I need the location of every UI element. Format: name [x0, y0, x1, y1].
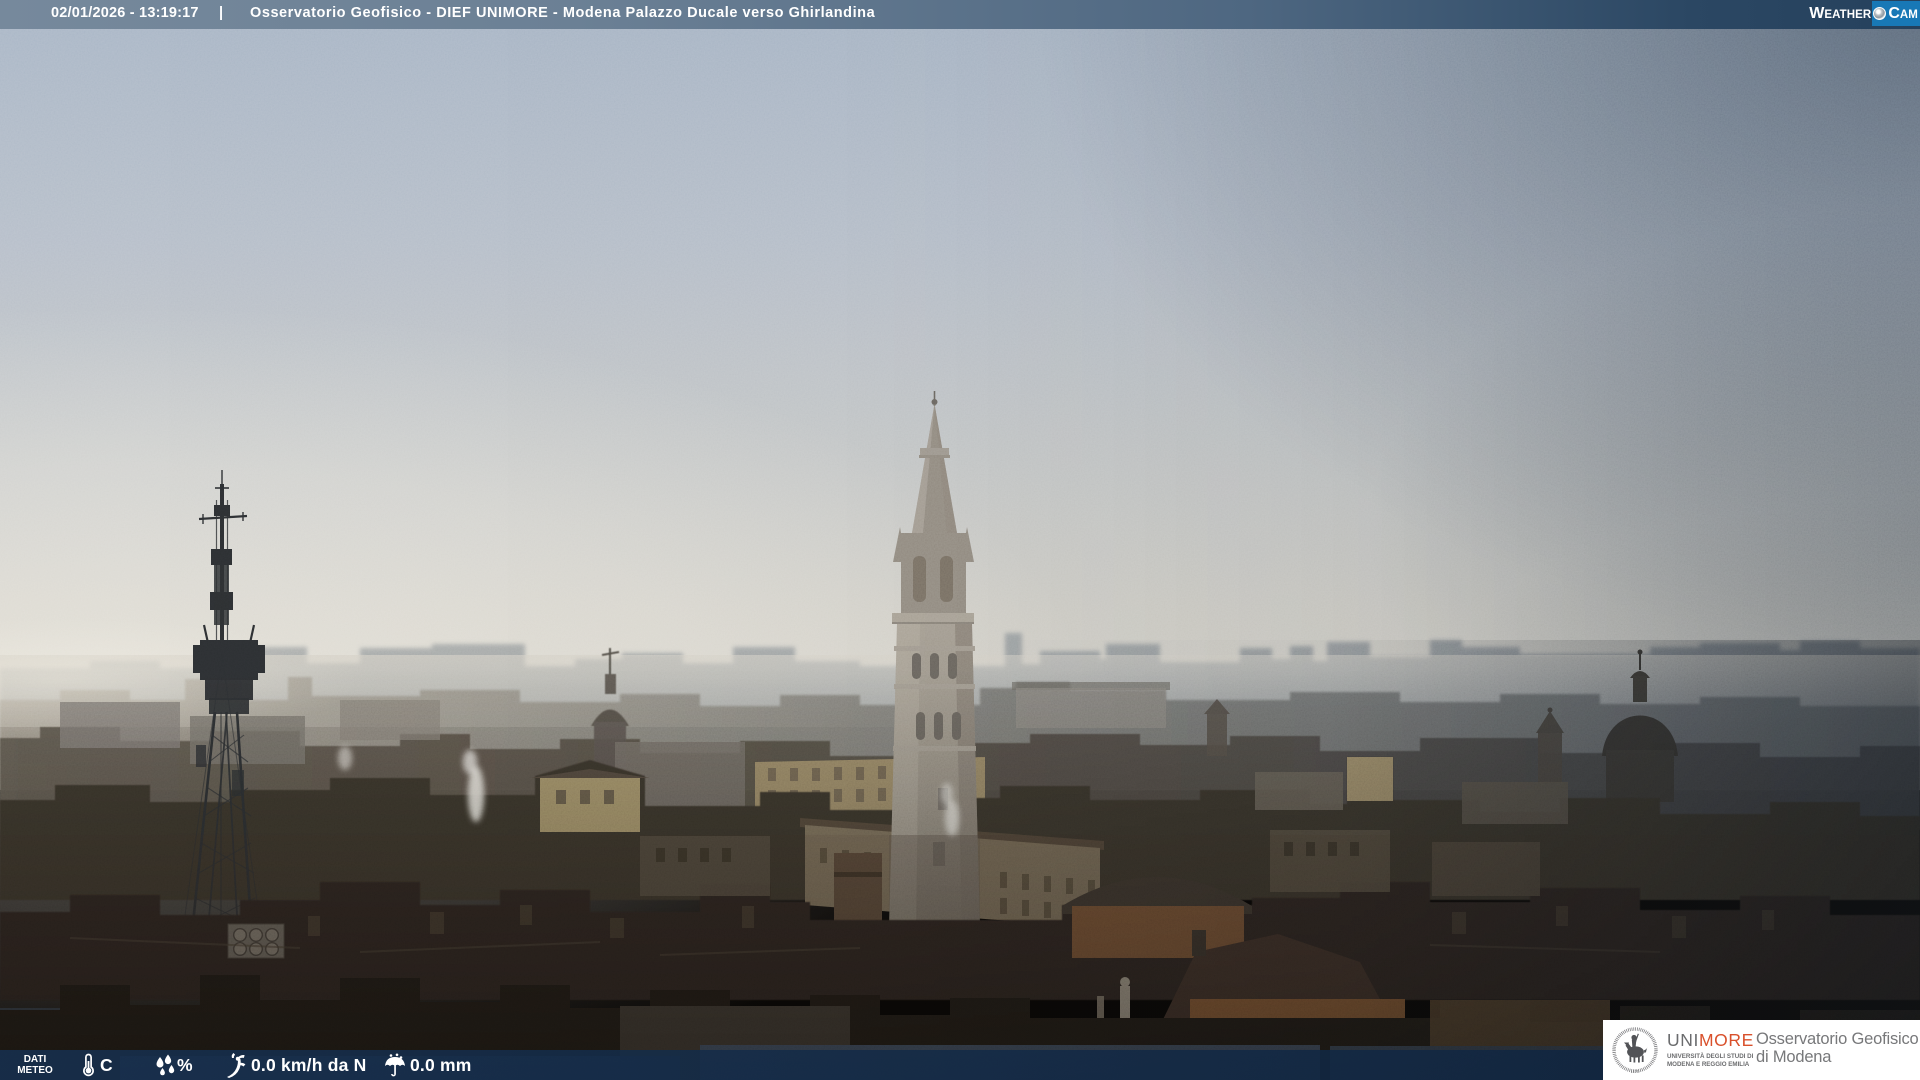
svg-text:1175: 1175	[1631, 1069, 1641, 1074]
